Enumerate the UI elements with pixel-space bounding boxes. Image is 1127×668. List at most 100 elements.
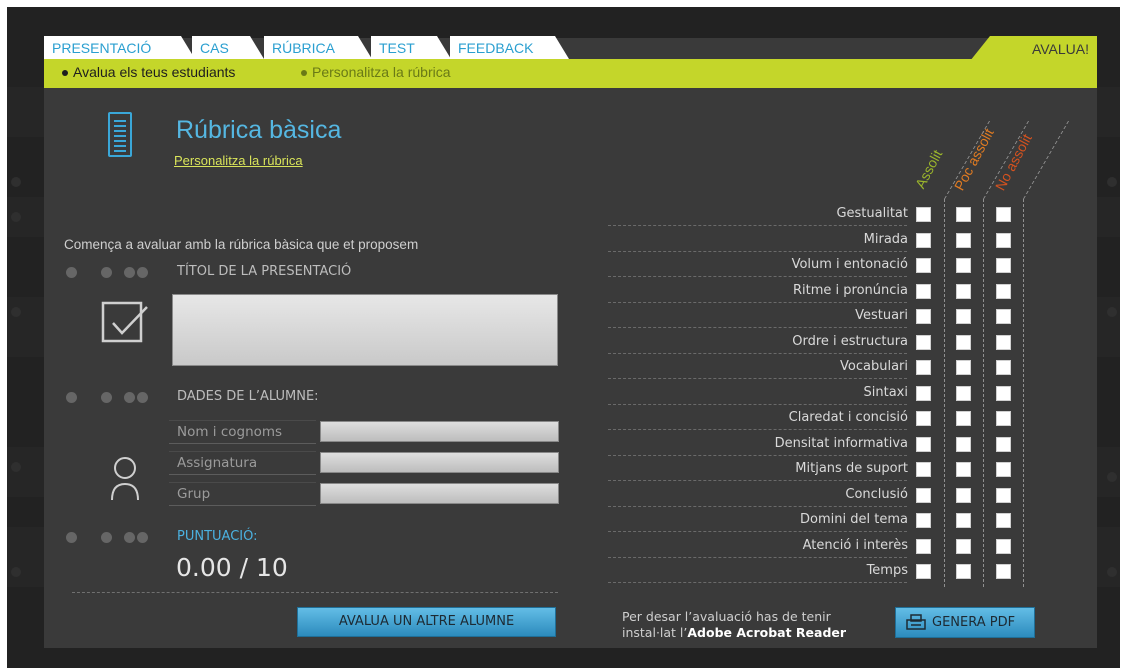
checkbox-poc-assolit[interactable]: [956, 385, 971, 401]
checkbox-poc-assolit[interactable]: [956, 334, 971, 350]
checkbox-assolit[interactable]: [916, 385, 931, 401]
printer-icon: [906, 614, 926, 630]
checkbox-no-assolit[interactable]: [996, 487, 1011, 503]
checkbox-assolit[interactable]: [916, 411, 931, 426]
subnav-item-avalua[interactable]: Avalua els teus estudiants: [62, 64, 235, 80]
rubric-row: Volum i entonació: [608, 252, 1028, 278]
checkbox-no-assolit[interactable]: [996, 411, 1011, 426]
background-dot: [11, 307, 21, 317]
background-dot: [11, 567, 21, 577]
rubric-row: Gestualitat: [608, 201, 1028, 227]
acrobat-reader-name: Adobe Acrobat Reader: [687, 625, 847, 640]
criterion-label: Gestualitat: [836, 206, 908, 221]
criterion-label: Conclusió: [845, 486, 908, 502]
checkbox-no-assolit[interactable]: [996, 232, 1011, 248]
rubric-row: Temps: [608, 558, 1028, 584]
generate-pdf-button[interactable]: GENERA PDF: [895, 607, 1035, 638]
checkbox-assolit[interactable]: [916, 487, 931, 503]
background-dot: [1107, 177, 1117, 187]
row-divider: [608, 582, 907, 583]
checkbox-assolit[interactable]: [916, 283, 931, 299]
pdf-note-prefix: instal·lat l’: [622, 625, 688, 640]
checkbox-poc-assolit[interactable]: [956, 207, 971, 222]
checkbox-poc-assolit[interactable]: [956, 411, 971, 426]
checkbox-assolit[interactable]: [916, 309, 931, 324]
checkbox-poc-assolit[interactable]: [956, 283, 971, 299]
checkbox-assolit[interactable]: [916, 538, 931, 554]
presentation-title-input[interactable]: [172, 294, 558, 366]
checkbox-poc-assolit[interactable]: [956, 564, 971, 579]
checkbox-assolit[interactable]: [916, 436, 931, 452]
checkbox-no-assolit[interactable]: [996, 564, 1011, 579]
tab-feedback[interactable]: FEEDBACK: [450, 36, 569, 59]
checkbox-assolit[interactable]: [916, 360, 931, 375]
checkbox-assolit[interactable]: [916, 564, 931, 579]
subnav-item-personalitza[interactable]: Personalitza la rúbrica: [301, 64, 451, 80]
criterion-label: Atenció i interès: [802, 537, 908, 553]
criterion-label: Mitjans de suport: [795, 461, 908, 476]
criterion-label: Vocabulari: [840, 359, 908, 374]
checkbox-no-assolit[interactable]: [996, 538, 1011, 554]
score-label: PUNTUACIÓ:: [177, 529, 258, 544]
criterion-label: Claredat i concisió: [788, 410, 908, 425]
generate-pdf-label: GENERA PDF: [932, 615, 1016, 630]
tab-avalua[interactable]: AVALUA!: [970, 36, 1097, 61]
rubric-row: Ritme i pronúncia: [608, 278, 1028, 304]
rubric-row: Atenció i interès: [608, 533, 1028, 559]
subnav-item-label: Personalitza la rúbrica: [312, 64, 451, 80]
tab-presentacio[interactable]: PRESENTACIÓ: [44, 36, 195, 59]
student-name-input[interactable]: [320, 421, 559, 442]
student-name-row: Nom i cognoms: [169, 420, 559, 444]
criterion-label: Volum i entonació: [791, 257, 908, 272]
checkbox-no-assolit[interactable]: [996, 283, 1011, 299]
divider: [72, 592, 558, 593]
checkbox-no-assolit[interactable]: [996, 385, 1011, 401]
rubric-row: Ordre i estructura: [608, 329, 1028, 355]
checkbox-assolit[interactable]: [916, 334, 931, 350]
tab-rubrica[interactable]: RÚBRICA: [264, 36, 372, 59]
background-dot: [1107, 472, 1117, 482]
tab-test[interactable]: TEST: [371, 36, 451, 59]
evaluate-another-student-button[interactable]: AVALUA UN ALTRE ALUMNE: [297, 607, 556, 637]
subject-input[interactable]: [320, 452, 559, 473]
rubric-row: Mirada: [608, 227, 1028, 253]
checkbox-no-assolit[interactable]: [996, 207, 1011, 222]
checkbox-no-assolit[interactable]: [996, 334, 1011, 350]
checkbox-no-assolit[interactable]: [996, 436, 1011, 452]
rubric-row: Conclusió: [608, 482, 1028, 508]
checkbox-poc-assolit[interactable]: [956, 232, 971, 248]
checkbox-poc-assolit[interactable]: [956, 258, 971, 273]
checkbox-poc-assolit[interactable]: [956, 360, 971, 375]
customize-rubric-link[interactable]: Personalitza la rúbrica: [174, 153, 303, 168]
checkbox-poc-assolit[interactable]: [956, 309, 971, 324]
checkbox-assolit[interactable]: [916, 258, 931, 273]
checkbox-poc-assolit[interactable]: [956, 436, 971, 452]
criterion-label: Sintaxi: [863, 384, 908, 400]
rubric-row: Vestuari: [608, 303, 1028, 329]
checkbox-poc-assolit[interactable]: [956, 538, 971, 554]
background-dot: [1107, 307, 1117, 317]
student-data-label: DADES DE L’ALUMNE:: [177, 389, 319, 404]
checkbox-assolit[interactable]: [916, 207, 931, 222]
criterion-label: Mirada: [863, 231, 908, 247]
tab-cas[interactable]: CAS: [192, 36, 264, 59]
checkbox-no-assolit[interactable]: [996, 258, 1011, 273]
background-dot: [11, 177, 21, 187]
checkbox-no-assolit[interactable]: [996, 360, 1011, 375]
checkbox-poc-assolit[interactable]: [956, 487, 971, 503]
background-dot: [11, 212, 21, 222]
checkbox-assolit[interactable]: [916, 462, 931, 477]
checkbox-poc-assolit[interactable]: [956, 462, 971, 477]
checkbox-no-assolit[interactable]: [996, 462, 1011, 477]
bullet-icon: [62, 70, 68, 77]
checkbox-no-assolit[interactable]: [996, 513, 1011, 528]
checkbox-assolit[interactable]: [916, 513, 931, 528]
criterion-label: Domini del tema: [800, 512, 908, 527]
checkbox-poc-assolit[interactable]: [956, 513, 971, 528]
checkbox-assolit[interactable]: [916, 232, 931, 248]
student-name-label: Nom i cognoms: [169, 420, 316, 444]
pdf-note: Per desar l’avaluació has de tenir insta…: [622, 609, 846, 641]
step-dots: [66, 267, 156, 279]
group-input[interactable]: [320, 483, 559, 504]
checkbox-no-assolit[interactable]: [996, 309, 1011, 324]
